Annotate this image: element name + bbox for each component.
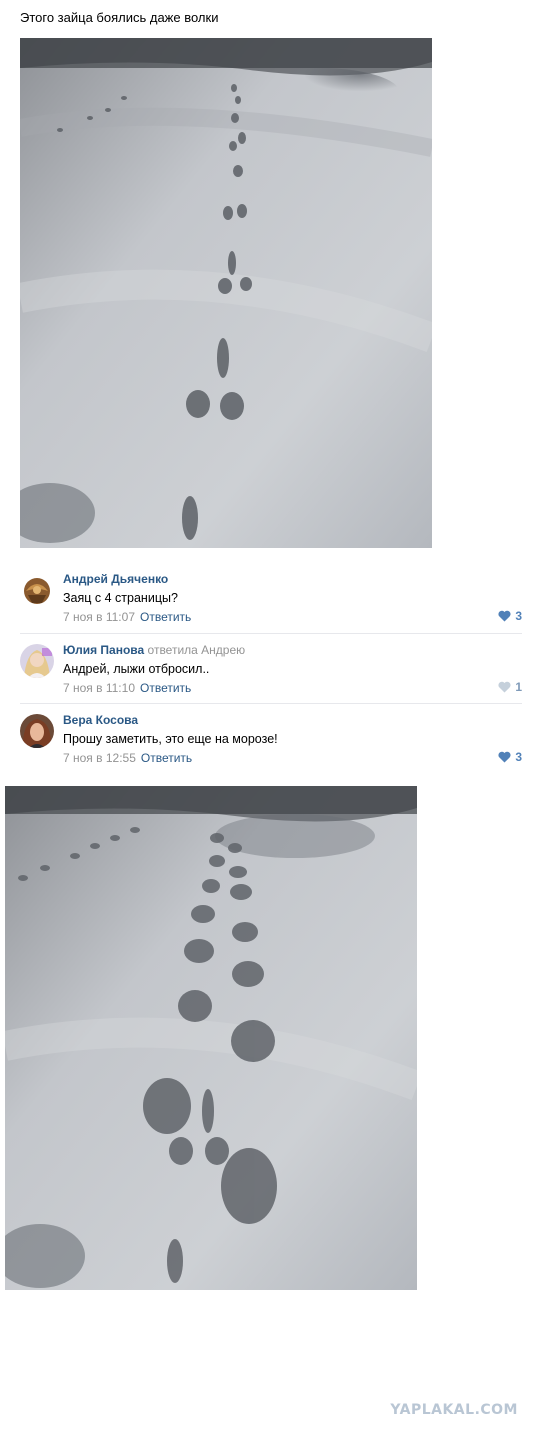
comment: Юлия Панова ответила Андрею Андрей, лыжи…: [20, 633, 522, 703]
reply-button[interactable]: Ответить: [140, 610, 191, 624]
reply-button[interactable]: Ответить: [140, 681, 191, 695]
comment-date[interactable]: 7 ноя в 11:10: [63, 681, 135, 695]
comment: Андрей Дьяченко Заяц с 4 страницы? 7 ноя…: [20, 563, 522, 633]
reply-to-name[interactable]: Андрею: [201, 643, 245, 657]
post-photo-ski-tracks[interactable]: [5, 786, 417, 1290]
heart-icon: [498, 681, 511, 693]
snow-tracks-image: [20, 38, 432, 548]
post-text: Этого зайца боялись даже волки: [20, 10, 219, 25]
comment-text: Андрей, лыжи отбросил..: [63, 662, 210, 676]
reply-button[interactable]: Ответить: [141, 751, 192, 765]
comment-author-link[interactable]: Вера Косова: [63, 713, 138, 727]
comment: Вера Косова Прошу заметить, это еще на м…: [20, 703, 522, 773]
post-photo-hare-tracks[interactable]: [20, 38, 432, 548]
comment-date[interactable]: 7 ноя в 11:07: [63, 610, 135, 624]
like-button[interactable]: 3: [498, 609, 522, 623]
like-count: 1: [515, 680, 522, 694]
comment-author-link[interactable]: Юлия Панова: [63, 643, 144, 657]
avatar-image: [20, 714, 54, 748]
like-count: 3: [515, 750, 522, 764]
like-count: 3: [515, 609, 522, 623]
watermark-logo: YAPLAKAL.COM: [390, 1402, 518, 1418]
comment-text: Прошу заметить, это еще на морозе!: [63, 732, 278, 746]
comment-author-link[interactable]: Андрей Дьяченко: [63, 572, 168, 586]
comment-text: Заяц с 4 страницы?: [63, 591, 178, 605]
reply-to-text: ответила Андрею: [147, 643, 246, 657]
avatar-image: [20, 573, 54, 607]
avatar[interactable]: [20, 714, 54, 748]
avatar-image: [20, 644, 54, 678]
comments-list: Андрей Дьяченко Заяц с 4 страницы? 7 ноя…: [20, 563, 522, 773]
avatar[interactable]: [20, 644, 54, 678]
snow-tracks-image: [5, 786, 417, 1290]
like-button[interactable]: 1: [498, 680, 522, 694]
avatar[interactable]: [20, 573, 54, 607]
heart-icon: [498, 610, 511, 622]
heart-icon: [498, 751, 511, 763]
comment-date[interactable]: 7 ноя в 12:55: [63, 751, 136, 765]
like-button[interactable]: 3: [498, 750, 522, 764]
